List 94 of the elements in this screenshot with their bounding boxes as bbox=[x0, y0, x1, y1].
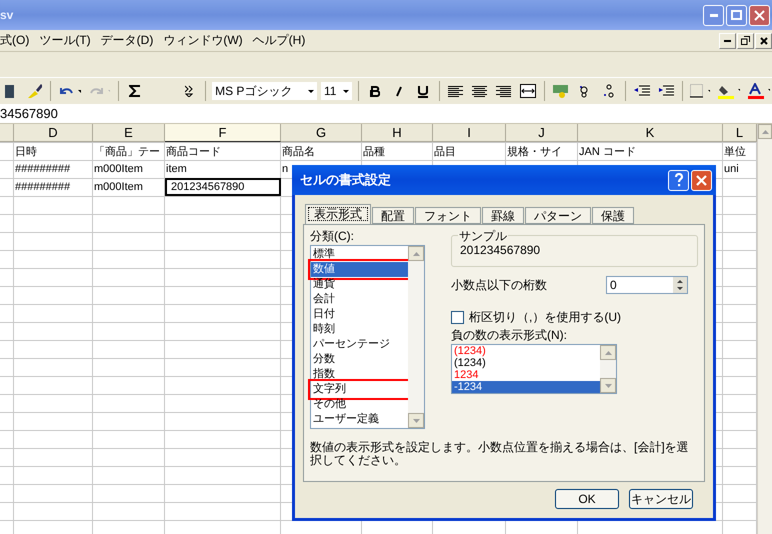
scrollbar[interactable] bbox=[757, 124, 772, 534]
column-header[interactable]: G bbox=[281, 124, 362, 142]
formula-value: 34567890 bbox=[0, 106, 58, 121]
tab[interactable]: 保護 bbox=[592, 207, 634, 224]
list-item[interactable]: 会計 bbox=[311, 292, 408, 307]
decimals-spinner[interactable]: 0 bbox=[606, 276, 688, 294]
close-icon bbox=[754, 10, 765, 20]
column-header[interactable]: K bbox=[578, 124, 723, 142]
list-item[interactable]: 時刻 bbox=[311, 322, 408, 337]
tab[interactable]: 配置 bbox=[372, 207, 414, 224]
table-cell[interactable]: uni bbox=[723, 160, 757, 178]
sample-value: 201234567890 bbox=[460, 243, 540, 257]
menu-item[interactable]: ツール(T) bbox=[39, 32, 97, 49]
column-header[interactable]: I bbox=[433, 124, 506, 142]
list-item[interactable]: 数値 bbox=[311, 262, 408, 277]
close-icon bbox=[696, 174, 707, 186]
table-cell[interactable]: JAN コード bbox=[578, 142, 723, 160]
menu-item[interactable]: ウィンドウ(W) bbox=[163, 32, 249, 49]
column-header[interactable]: H bbox=[362, 124, 433, 142]
decimals-label: 小数点以下の桁数 bbox=[451, 278, 547, 292]
scroll-up-icon bbox=[762, 130, 768, 134]
table-cell[interactable]: 商品コード bbox=[165, 142, 281, 160]
restore-button[interactable] bbox=[737, 32, 754, 48]
table-cell[interactable]: m000Item bbox=[93, 178, 165, 196]
dialog-title: セルの書式設定 bbox=[300, 171, 392, 189]
list-item[interactable]: その他 bbox=[311, 397, 408, 412]
tab[interactable]: 表示形式 bbox=[305, 204, 371, 224]
list-item[interactable]: パーセンテージ bbox=[311, 337, 408, 352]
column-header[interactable]: D bbox=[14, 124, 93, 142]
list-item[interactable]: 日付 bbox=[311, 307, 408, 322]
help-button[interactable] bbox=[668, 170, 689, 190]
checkbox[interactable] bbox=[451, 310, 464, 324]
help-icon bbox=[674, 173, 684, 187]
list-item[interactable]: 標準 bbox=[311, 247, 408, 262]
window-title: sv bbox=[0, 8, 14, 22]
column-header[interactable]: J bbox=[506, 124, 578, 142]
table-cell[interactable]: 品種 bbox=[362, 142, 433, 160]
close-button[interactable] bbox=[691, 170, 712, 190]
list-item[interactable]: 文字列 bbox=[311, 382, 408, 397]
negative-format-list[interactable]: (1234) (1234) 1234 -1234 bbox=[451, 344, 617, 394]
close-icon bbox=[760, 36, 768, 44]
cancel-button[interactable]: キャンセル bbox=[629, 489, 693, 509]
scroll-down-icon bbox=[412, 418, 420, 422]
tab[interactable]: パターン bbox=[525, 207, 591, 224]
separator-label: 桁区切り（,）を使用する(U) bbox=[469, 310, 621, 324]
list-item[interactable]: -1234 bbox=[452, 381, 600, 393]
minimize-icon bbox=[724, 40, 731, 42]
maximize-icon bbox=[731, 10, 742, 20]
font-dropdown[interactable]: MS Pゴシック bbox=[212, 82, 317, 100]
column-header[interactable]: F bbox=[165, 124, 281, 142]
caret-icon bbox=[308, 90, 314, 92]
list-item[interactable]: 1234 bbox=[452, 369, 600, 381]
tab[interactable]: 罫線 bbox=[482, 207, 524, 224]
table-cell[interactable]: 日時 bbox=[14, 142, 93, 160]
minimize-button[interactable] bbox=[719, 32, 736, 48]
font-color-icon[interactable] bbox=[746, 80, 772, 102]
table-cell[interactable]: 商品名 bbox=[281, 142, 362, 160]
table-cell[interactable]: ######### bbox=[14, 178, 93, 196]
category-label: 分類(C): bbox=[310, 229, 355, 243]
menu-item[interactable]: データ(D) bbox=[100, 32, 160, 49]
description-text: 数値の表示形式を設定します。小数点位置を揃える場合は、[会計]を選択してください。 bbox=[310, 441, 690, 467]
list-item[interactable]: 指数 bbox=[311, 367, 408, 382]
spin-arrows-icon bbox=[673, 277, 687, 293]
group-label: サンプル bbox=[458, 228, 508, 245]
maximize-button[interactable] bbox=[726, 4, 747, 26]
table-cell[interactable]: 規格・サイ bbox=[506, 142, 578, 160]
ok-button[interactable]: OK bbox=[555, 489, 619, 509]
table-cell[interactable]: item bbox=[165, 160, 281, 178]
category-list[interactable]: 標準 数値 通貨 会計 日付 時刻 パーセンテージ 分数 指数 文字列 その他 ユーザー定義 bbox=[310, 245, 425, 429]
table-cell[interactable]: m000Item bbox=[93, 160, 165, 178]
table-cell[interactable]: 「商品」テー bbox=[93, 142, 165, 160]
close-button[interactable] bbox=[755, 32, 772, 48]
menu-item[interactable]: ヘルプ(H) bbox=[252, 32, 312, 49]
table-cell[interactable]: ######### bbox=[14, 160, 93, 178]
column-header[interactable]: L bbox=[723, 124, 757, 142]
table-cell[interactable]: 品目 bbox=[433, 142, 506, 160]
tab[interactable]: フォント bbox=[415, 207, 481, 224]
list-item[interactable]: (1234) bbox=[452, 357, 600, 369]
list-item[interactable]: (1234) bbox=[452, 345, 600, 357]
active-cell[interactable]: 201234567890 bbox=[165, 178, 281, 196]
list-item[interactable]: 分数 bbox=[311, 352, 408, 367]
menu-item[interactable]: 式(O) bbox=[0, 32, 36, 49]
list-item[interactable]: 通貨 bbox=[311, 277, 408, 292]
column-header[interactable]: E bbox=[93, 124, 165, 142]
caret-icon bbox=[343, 90, 350, 92]
list-item[interactable]: ユーザー定義 bbox=[311, 412, 408, 427]
table-cell[interactable]: 単位 bbox=[723, 142, 757, 160]
scroll-down-icon bbox=[604, 384, 612, 388]
minimize-icon bbox=[710, 14, 718, 16]
negative-format-label: 負の数の表示形式(N): bbox=[451, 328, 568, 342]
restore-icon bbox=[741, 36, 750, 45]
scroll-up-icon bbox=[604, 350, 612, 354]
size-dropdown[interactable]: 11 bbox=[320, 82, 352, 100]
scroll-up-icon bbox=[412, 252, 420, 256]
